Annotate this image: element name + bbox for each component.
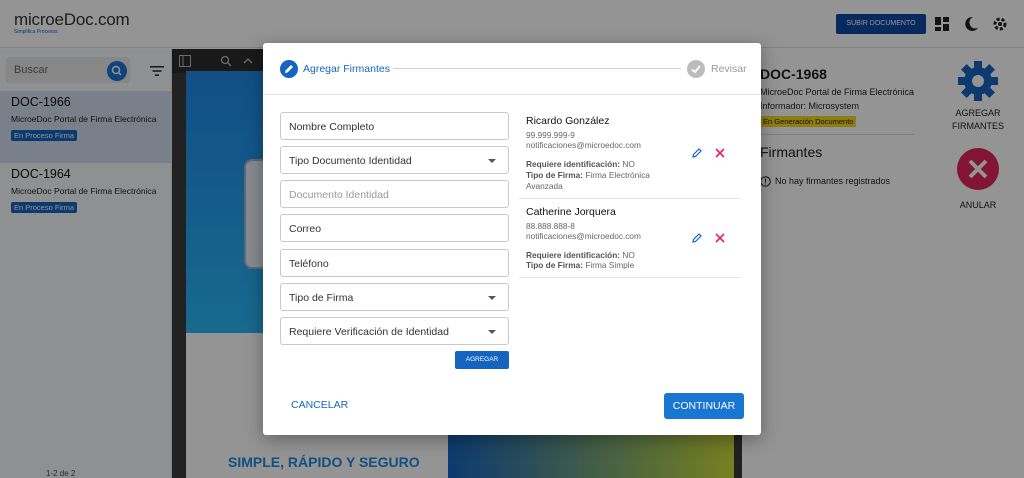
continue-button[interactable]: CONTINUAR: [664, 393, 744, 419]
chevron-down-icon: [488, 159, 496, 163]
signer-name: Ricardo González: [526, 115, 610, 127]
delete-icon[interactable]: [714, 147, 726, 159]
signer-card: Ricardo González 99.999.999-9 notificaci…: [519, 107, 741, 199]
field-label: Teléfono: [289, 258, 329, 270]
signature-type-label: Tipo de Firma:: [526, 170, 584, 180]
delete-icon[interactable]: [714, 232, 726, 244]
edit-icon[interactable]: [691, 232, 703, 244]
verification-value: NO: [622, 250, 635, 260]
chevron-down-icon: [488, 330, 496, 334]
signer-card: Catherine Jorquera 88.888.888-8 notifica…: [519, 199, 741, 278]
signature-type-value: Firma Simple: [585, 260, 635, 270]
field-placeholder: Documento Identidad: [289, 189, 389, 201]
add-signers-modal: Agregar Firmantes Revisar Nombre Complet…: [263, 43, 761, 435]
signer-verification: Requiere identificación: NO: [526, 159, 676, 170]
step-2-indicator: [687, 60, 705, 78]
check-icon: [691, 65, 701, 74]
field-label: Nombre Completo: [289, 121, 375, 133]
stepper: Agregar Firmantes Revisar: [263, 43, 761, 95]
id-type-select[interactable]: Tipo Documento Identidad: [280, 146, 509, 174]
field-label: Tipo de Firma: [289, 292, 354, 304]
field-label: Correo: [289, 223, 322, 235]
stepper-connector: [393, 68, 681, 69]
field-label: Tipo Documento Identidad: [289, 155, 412, 167]
field-label: Requiere Verificación de Identidad: [289, 326, 449, 338]
signer-signature-type: Tipo de Firma: Firma Electrónica Avanzad…: [526, 170, 676, 192]
add-signer-button[interactable]: AGREGAR: [455, 351, 509, 369]
verification-value: NO: [622, 159, 635, 169]
signature-type-label: Tipo de Firma:: [526, 260, 584, 270]
email-field[interactable]: Correo: [280, 214, 509, 242]
id-document-field[interactable]: Documento Identidad: [280, 180, 509, 208]
verification-label: Requiere identificación:: [526, 159, 621, 169]
phone-field[interactable]: Teléfono: [280, 249, 509, 277]
step-2-label: Revisar: [711, 63, 747, 75]
signer-name: Catherine Jorquera: [526, 206, 616, 218]
signature-type-select[interactable]: Tipo de Firma: [280, 283, 509, 311]
chevron-down-icon: [488, 296, 496, 300]
identity-verification-select[interactable]: Requiere Verificación de Identidad: [280, 317, 509, 345]
signer-signature-type: Tipo de Firma: Firma Simple: [526, 260, 676, 271]
signer-email: notificaciones@microedoc.com: [526, 231, 641, 241]
step-1-label: Agregar Firmantes: [303, 63, 390, 75]
cancel-button[interactable]: CANCELAR: [291, 399, 348, 411]
verification-label: Requiere identificación:: [526, 250, 621, 260]
edit-icon[interactable]: [691, 147, 703, 159]
app-page: microeDoc.com Simplifica Procesos SUBIR …: [0, 0, 1024, 478]
signer-email: notificaciones@microedoc.com: [526, 140, 641, 150]
full-name-field[interactable]: Nombre Completo: [280, 112, 509, 140]
step-1-indicator: [280, 60, 298, 78]
pencil-icon: [285, 65, 293, 73]
